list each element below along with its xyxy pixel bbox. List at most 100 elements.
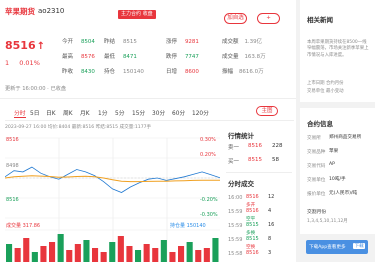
field-low: 最低 8471 [104,54,137,60]
tick-flag: 空换 [246,245,256,250]
bid-row: 买一 8515 58 [228,157,279,165]
volume-bar [74,244,81,262]
contract-info-card: 合约信息 交易所 郑州商品交易所 交易品种 苹果 交易代码 AP 交易单位 10吨/手 … [300,108,375,234]
volume-bar [49,242,56,262]
news-body[interactable]: 本周苹果期货持续在8500一线窄幅震荡，市场关注新季苹果上市情况与入库进度。 [307,40,369,59]
tab-monthly-k[interactable]: 月K [80,108,90,117]
volume-bar [14,248,21,262]
page-title: 苹果期货 [5,7,35,16]
market-badge: 主力合约 收盘 [118,10,156,19]
tab-1min[interactable]: 1分 [98,108,108,117]
current-price: 8516↑ [5,39,45,52]
y-tick-mid: 8498 [6,163,19,169]
info-row: 报价单位 元(人民币)/吨 [307,191,358,197]
promo-banner[interactable]: 下载App查看更多 下载 [306,240,368,254]
tab-60min[interactable]: 60分 [172,108,185,117]
pct-tick-3: -0.20% [200,197,218,203]
average-price-line [5,175,220,183]
pct-tick-2: 0.20% [200,152,216,158]
market-stats-title: 行情统计 [228,132,254,140]
tick-row: 15:59 8515 8 [228,236,272,243]
tick-row: 16:00 8516 12 [228,194,275,201]
price-change: 1 0.01% [5,59,40,67]
tab-15min[interactable]: 15分 [132,108,145,117]
volume-bar [152,248,159,262]
chart-divider [5,120,294,121]
volume-bar [143,244,150,262]
field-daily-change: 日增 8600 [166,69,199,75]
tab-30min[interactable]: 30分 [152,108,165,117]
ticks-divider [226,172,292,173]
quote-fields: 今开 8504 昨结 8515 涨停 9281 成交额 1.39亿 最高 857… [62,37,294,79]
volume-bar [195,250,202,262]
volume-bar [186,242,193,262]
change-value: 1 [5,59,10,67]
field-open-interest: 持仓 150140 [104,69,144,75]
volume-bar [57,234,64,262]
tab-120min[interactable]: 120分 [192,108,209,117]
info-row: 交易所 郑州商品交易所 [307,135,362,141]
tick-row: 15:59 8515 16 [228,222,275,229]
field-limit-up: 涨停 9281 [166,39,199,45]
promo-download-button[interactable]: 下载 [353,243,366,249]
field-open: 今开 8504 [62,39,95,45]
open-interest-label: 持仓量 150140 [170,223,206,229]
info-row: 交易单位 10吨/手 [307,177,346,183]
more-button[interactable]: + [257,13,280,24]
chart-info-line: 2023-09-27 16:00 均价:8404 最新:8516 昨结:8515… [5,125,152,130]
chart-tabs: 分时 5日 日K 周K 月K 1分 5分 15分 30分 60分 120分 [14,108,234,118]
info-row: 交易品种 苹果 [307,149,339,155]
volume-bar [160,240,167,262]
pct-tick-4: -0.30% [200,212,218,218]
volume-bar [6,244,13,262]
y-tick-bottom: 8516 [6,197,19,203]
add-watchlist-button[interactable]: 加自选 [224,13,247,24]
tick-flag: 多换 [246,231,256,236]
volume-bar [66,250,73,262]
tab-daily-k[interactable]: 日K [46,108,56,117]
field-prev-settle: 昨结 8515 [104,39,137,45]
volume-bar [178,246,185,262]
volume-bar [212,238,219,262]
ticks-title: 分时成交 [228,180,254,188]
contract-info-title: 合约信息 [307,120,333,128]
tab-intraday[interactable]: 分时 [14,108,26,118]
news-desc-2: 上市日期 合约月份 [307,81,344,86]
y-tick-top: 8516 [6,137,19,143]
volume-bar [117,236,124,262]
change-pct: 0.01% [19,59,40,67]
update-time: 更新于 16:00:00 · 已收盘 [5,86,67,92]
news-card: 相关新闻 本周苹果期货持续在8500一线窄幅震荡，市场关注新季苹果上市情况与入库… [300,0,375,102]
news-title: 相关新闻 [307,16,333,24]
field-volume: 成交量 163.8万 [222,54,266,60]
volume-bar [23,238,30,262]
intraday-chart[interactable] [5,134,220,262]
delivery-label: 交割月份 [307,210,327,215]
info-row: 交易代码 AP [307,162,335,169]
volume-bar [109,242,116,262]
tab-5day[interactable]: 5日 [30,108,40,117]
up-arrow-icon: ↑ [36,41,46,52]
tick-flag: 空平 [246,217,256,222]
chart-mode-button[interactable]: 主图 [256,106,278,116]
volume-bar [100,252,107,262]
news-desc-3: 交易单位 最小变动 [307,89,344,94]
volume-bar [203,248,210,262]
volume-bar [83,240,90,262]
volume-bar [92,248,99,262]
contract-code: ao2310 [38,6,65,15]
field-amplitude: 振幅 8616.0万 [222,69,264,75]
price-value: 8516 [5,39,36,52]
volume-label: 成交量 317.86 [6,223,41,229]
ask-row: 卖一 8516 228 [228,143,283,151]
volume-bar [31,252,38,262]
divider [0,98,296,99]
tick-row: 15:59 8516 4 [228,208,272,215]
field-high: 最高 8576 [62,54,95,60]
tab-5min[interactable]: 5分 [115,108,125,117]
tab-weekly-k[interactable]: 周K [63,108,73,117]
promo-text: 下载App查看更多 [309,244,346,250]
delivery-value: 1,3,4,5,10,11,12月 [307,219,348,224]
field-limit-down: 跌停 7747 [166,54,199,60]
pct-tick-1: 0.30% [200,137,216,143]
